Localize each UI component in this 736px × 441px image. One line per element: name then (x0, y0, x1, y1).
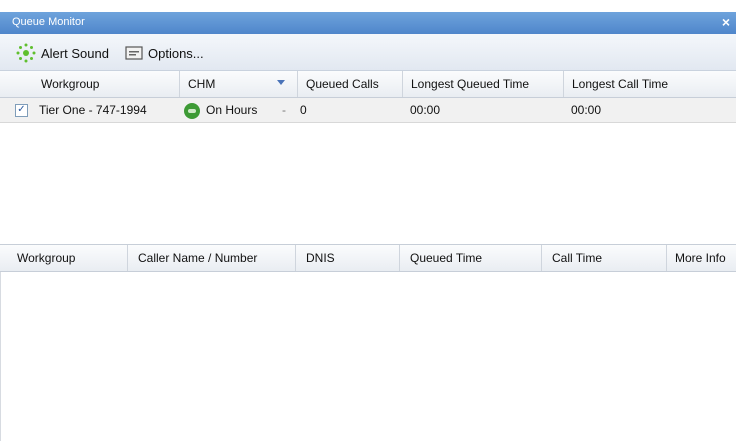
row-chm-marker: - (282, 103, 286, 117)
title-bar: Queue Monitor × (0, 12, 736, 34)
chevron-down-icon[interactable] (277, 80, 285, 85)
bottom-header-dnis[interactable]: DNIS (296, 245, 400, 271)
bottom-header-more-info[interactable]: More Info (667, 245, 736, 271)
bottom-header-workgroup[interactable]: Workgroup (0, 245, 128, 271)
row-queued-calls: 0 (300, 103, 307, 117)
bottom-header-call-time[interactable]: Call Time (542, 245, 667, 271)
alert-sound-label: Alert Sound (41, 45, 109, 61)
header-longest-call-time[interactable]: Longest Call Time (564, 71, 736, 97)
bottom-header-queued-time[interactable]: Queued Time (400, 245, 542, 271)
row-chm-label: On Hours (206, 103, 258, 117)
phone-icon (184, 102, 200, 119)
header-queued-calls[interactable]: Queued Calls (298, 71, 403, 97)
bottom-table-header: Workgroup Caller Name / Number DNIS Queu… (0, 244, 736, 272)
window-title: Queue Monitor (12, 16, 85, 28)
options-icon (125, 45, 143, 61)
options-button[interactable]: Options... (125, 44, 204, 62)
row-workgroup: Tier One - 747-1994 (39, 103, 147, 117)
row-longest-call-time: 00:00 (571, 103, 602, 117)
row-chm: On Hours (184, 98, 257, 122)
top-table-body (0, 123, 736, 243)
header-workgroup[interactable]: Workgroup (33, 71, 180, 97)
row-longest-queued-time: 00:00 (410, 103, 441, 117)
alert-sound-icon (16, 43, 36, 63)
header-longest-queued-time[interactable]: Longest Queued Time (403, 71, 564, 97)
top-table-header: Workgroup CHM Queued Calls Longest Queue… (0, 71, 736, 98)
header-chm-label: CHM (188, 77, 216, 91)
row-checkbox[interactable]: ✓ (15, 104, 28, 117)
header-chm[interactable]: CHM (180, 71, 298, 97)
close-button[interactable]: × (722, 14, 730, 30)
bottom-table-body (0, 272, 736, 441)
toolbar: Alert Sound Options... (0, 34, 736, 71)
options-label: Options... (148, 45, 204, 61)
table-row[interactable]: ✓ Tier One - 747-1994 On Hours - 0 00:00… (0, 98, 736, 123)
alert-sound-button[interactable]: Alert Sound (16, 43, 109, 63)
bottom-header-caller-name-number[interactable]: Caller Name / Number (128, 245, 296, 271)
